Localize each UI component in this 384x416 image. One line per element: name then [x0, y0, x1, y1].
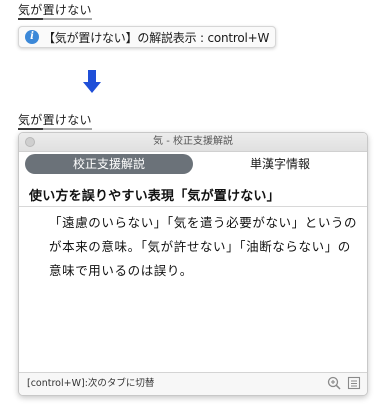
underlined-word-ki-ga: 気が	[18, 3, 43, 20]
down-arrow-icon	[83, 70, 101, 93]
panel-footer: [control+W]:次のタブに切替	[19, 372, 367, 395]
info-icon: i	[25, 30, 39, 44]
list-icon[interactable]	[347, 376, 361, 390]
document-text-bottom: 気が置けない	[18, 112, 92, 130]
explanation-heading: 使い方を誤りやすい表現「気が置けない」	[29, 189, 280, 204]
shortcut-hint: [control+W]:次のタブに切替	[27, 378, 155, 389]
underlined-word-okenai: 置けない	[42, 3, 92, 20]
divider	[19, 206, 367, 207]
explanation-body: 「遠慮のいらない」「気を遣う必要がない」というのが本来の意味。「気が許せない」「…	[49, 215, 358, 278]
tab-bar: 校正支援解説 単漢字情報	[19, 152, 367, 176]
window-title: 気 - 校正支援解説	[153, 136, 233, 147]
zoom-in-icon[interactable]	[327, 376, 341, 390]
document-text-top: 気が置けない	[18, 2, 92, 20]
tab-proofreading-explanation[interactable]: 校正支援解説	[25, 154, 193, 174]
tooltip-text: 【気が置けない】の解説表示 : control+W	[43, 30, 270, 45]
underlined-word-ki-ga: 気が	[18, 113, 43, 130]
explanation-tooltip[interactable]: i 【気が置けない】の解説表示 : control+W	[18, 26, 276, 48]
tab-kanji-info[interactable]: 単漢字情報	[197, 154, 363, 174]
panel-titlebar[interactable]: 気 - 校正支援解説	[19, 133, 367, 152]
proofreading-panel: 気 - 校正支援解説 校正支援解説 単漢字情報 使い方を誤りやすい表現「気が置け…	[18, 132, 368, 396]
underlined-word-okenai: 置けない	[42, 113, 92, 130]
